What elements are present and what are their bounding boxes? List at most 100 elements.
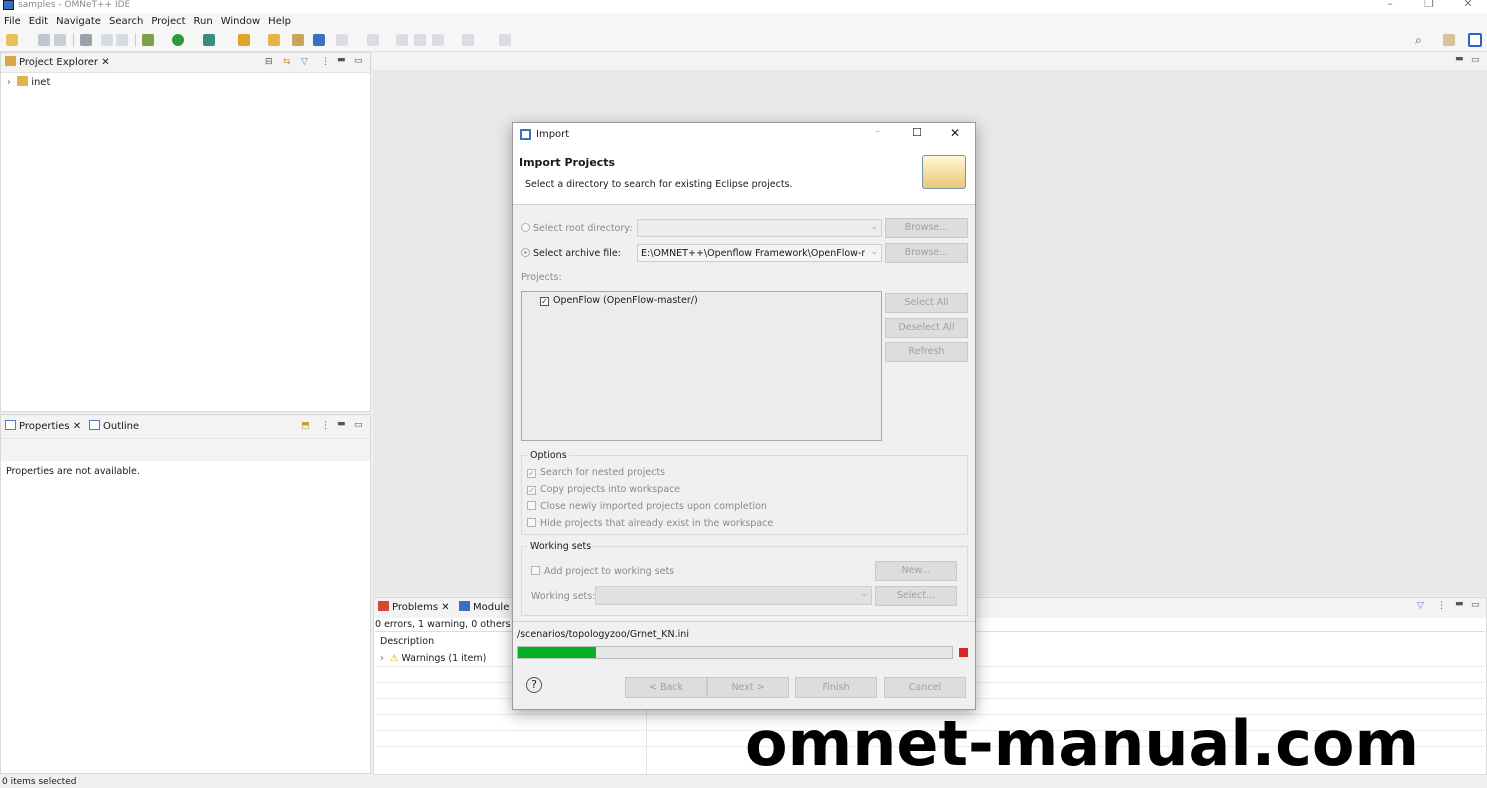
pin-editor-icon[interactable]: [499, 34, 511, 46]
deselect-all-button[interactable]: Deselect All: [885, 318, 968, 338]
collapse-all-icon[interactable]: ⊟: [265, 57, 273, 67]
maximize-view-icon[interactable]: ▭: [354, 420, 363, 430]
wizard-icon[interactable]: [238, 34, 250, 46]
help-icon[interactable]: ?: [526, 677, 542, 693]
minimize-view-icon[interactable]: ▬: [337, 55, 346, 65]
working-sets-combo[interactable]: ⌄: [595, 586, 872, 605]
view-menu-icon[interactable]: ⋮: [1437, 601, 1446, 611]
search-icon[interactable]: ⌕: [1415, 33, 1422, 48]
working-sets-title: Working sets: [528, 541, 594, 552]
option-close[interactable]: Close newly imported projects upon compl…: [527, 501, 767, 512]
cancel-button[interactable]: Cancel: [884, 677, 966, 698]
dialog-header: Import – ☐ ✕ Import Projects Select a di…: [513, 123, 975, 205]
menu-edit[interactable]: Edit: [25, 13, 52, 30]
select-all-button[interactable]: Select All: [885, 293, 968, 313]
tab-properties[interactable]: Properties ✕: [5, 417, 81, 437]
next-annotation-icon[interactable]: [336, 34, 348, 46]
maximize-view-icon[interactable]: ▭: [354, 56, 363, 66]
view-menu-icon[interactable]: ⋮: [321, 57, 330, 67]
folder-icon: [5, 56, 16, 66]
back-button[interactable]: < Back: [625, 677, 707, 698]
menu-file[interactable]: File: [0, 13, 25, 30]
properties-panel: Properties ✕ Outline ⬒ ⋮ ▬ ▭ Properties …: [0, 414, 371, 774]
redo-icon[interactable]: [116, 34, 128, 46]
filter-icon[interactable]: ▽: [301, 57, 308, 67]
save-all-icon[interactable]: [54, 34, 66, 46]
back-icon[interactable]: [432, 34, 444, 46]
view-menu-icon[interactable]: ⋮: [321, 421, 330, 431]
finish-button[interactable]: Finish: [795, 677, 877, 698]
maximize-view-icon[interactable]: ▭: [1471, 600, 1480, 610]
minimize-view-icon[interactable]: ▬: [337, 419, 346, 429]
last-edit-icon[interactable]: [396, 34, 408, 46]
close-window-icon[interactable]: ✕: [1457, 0, 1479, 12]
menu-run[interactable]: Run: [190, 13, 217, 30]
browse-archive-button[interactable]: Browse...: [885, 243, 968, 263]
open-type-icon[interactable]: [268, 34, 280, 46]
link-editor-icon[interactable]: ⇆: [283, 57, 291, 67]
tab-module[interactable]: Module: [459, 598, 509, 618]
run-icon[interactable]: [172, 34, 184, 46]
toolbar-separator: [73, 33, 74, 47]
checkbox-checked-icon[interactable]: ✓: [540, 297, 549, 306]
menu-window[interactable]: Window: [217, 13, 264, 30]
new-icon[interactable]: [6, 34, 18, 46]
debug-icon[interactable]: [142, 34, 154, 46]
root-dir-combo[interactable]: ⌄: [637, 219, 882, 237]
dialog-minimize-icon[interactable]: –: [875, 126, 880, 137]
option-nested[interactable]: ✓ Search for nested projects: [527, 467, 665, 478]
prev-annotation-icon[interactable]: [367, 34, 379, 46]
tab-outline[interactable]: Outline: [89, 417, 139, 437]
browse-root-button[interactable]: Browse...: [885, 218, 968, 238]
projects-list[interactable]: ✓ OpenFlow (OpenFlow-master/): [521, 291, 882, 441]
project-explorer-panel: Project Explorer ✕ ⊟ ⇆ ▽ ⋮ ▬ ▭ › inet: [0, 52, 371, 412]
maximize-editor-icon[interactable]: ▭: [1471, 55, 1480, 65]
chevron-right-icon[interactable]: ›: [380, 653, 384, 664]
build-icon[interactable]: [292, 34, 304, 46]
menu-help[interactable]: Help: [264, 13, 295, 30]
checkbox-icon: [527, 501, 536, 510]
menu-search[interactable]: Search: [105, 13, 147, 30]
next-button[interactable]: Next >: [707, 677, 789, 698]
menu-project[interactable]: Project: [147, 13, 189, 30]
archive-combo[interactable]: E:\OMNET++\Openflow Framework\OpenFlow-m…: [637, 244, 882, 262]
chevron-right-icon[interactable]: ›: [7, 77, 11, 88]
archive-radio[interactable]: Select archive file:: [521, 248, 621, 259]
dialog-close-icon[interactable]: ✕: [950, 126, 960, 140]
tab-project-explorer[interactable]: Project Explorer ✕: [5, 53, 110, 73]
minimize-icon[interactable]: –: [1379, 0, 1401, 12]
open-perspective-icon[interactable]: [1443, 34, 1455, 46]
column-description[interactable]: Description: [380, 636, 434, 647]
root-dir-radio[interactable]: Select root directory:: [521, 223, 632, 234]
select-working-set-button[interactable]: Select...: [875, 586, 957, 606]
pin-icon[interactable]: ⬒: [301, 421, 310, 431]
option-copy[interactable]: ✓ Copy projects into workspace: [527, 484, 680, 495]
radio-selected-icon: [521, 248, 530, 257]
minimize-editor-icon[interactable]: ▬: [1455, 54, 1464, 64]
forward-edit-icon[interactable]: [414, 34, 426, 46]
dialog-maximize-icon[interactable]: ☐: [912, 126, 922, 139]
tab-problems[interactable]: Problems ✕: [378, 598, 450, 618]
option-hide[interactable]: Hide projects that already exist in the …: [527, 518, 773, 529]
save-icon[interactable]: [38, 34, 50, 46]
forward-icon[interactable]: [462, 34, 474, 46]
console-icon[interactable]: [313, 34, 325, 46]
tree-item-inet[interactable]: › inet: [7, 76, 50, 88]
menu-bar: File Edit Navigate Search Project Run Window He…: [0, 13, 1487, 30]
minimize-view-icon[interactable]: ▬: [1455, 599, 1464, 609]
list-item[interactable]: ✓ OpenFlow (OpenFlow-master/): [540, 295, 698, 306]
undo-icon[interactable]: [101, 34, 113, 46]
import-dialog: Import – ☐ ✕ Import Projects Select a di…: [512, 122, 976, 710]
new-working-set-button[interactable]: New...: [875, 561, 957, 581]
print-icon[interactable]: [80, 34, 92, 46]
restore-icon[interactable]: ❐: [1418, 0, 1440, 12]
refresh-button[interactable]: Refresh: [885, 342, 968, 362]
omnet-perspective-icon[interactable]: [1468, 33, 1482, 47]
table-row[interactable]: › ⚠ Warnings (1 item): [380, 653, 486, 664]
filter-icon[interactable]: ▽: [1417, 601, 1424, 611]
option-label: Close newly imported projects upon compl…: [540, 501, 767, 512]
stop-icon[interactable]: [959, 648, 968, 657]
menu-navigate[interactable]: Navigate: [52, 13, 105, 30]
add-to-working-sets[interactable]: Add project to working sets: [531, 566, 674, 577]
tools-icon[interactable]: [203, 34, 215, 46]
